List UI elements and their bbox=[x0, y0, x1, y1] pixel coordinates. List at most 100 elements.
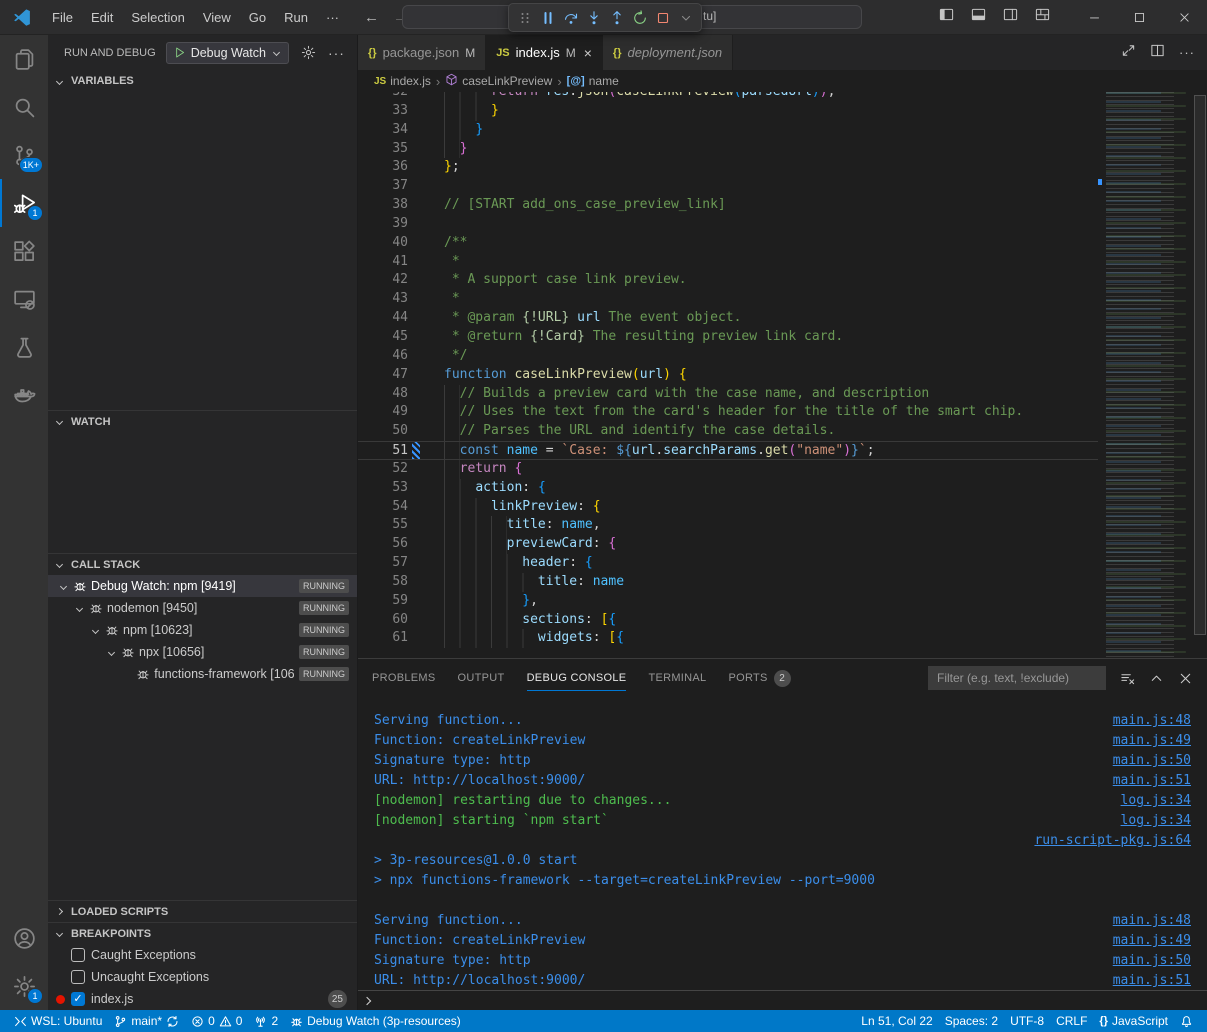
code-line-48[interactable]: 48 // Builds a preview card with the cas… bbox=[358, 385, 1098, 404]
debug-console-output[interactable]: Serving function...main.js:48Function: c… bbox=[358, 697, 1207, 990]
menu-[interactable]: ··· bbox=[317, 0, 348, 35]
code-line-51[interactable]: 51 const name = `Case: ${url.searchParam… bbox=[358, 441, 1098, 460]
breadcrumb-item-index.js[interactable]: JSindex.js bbox=[374, 74, 431, 88]
activity-bar-item-accounts[interactable] bbox=[0, 914, 48, 962]
breakpoint-row[interactable]: Caught Exceptions bbox=[48, 944, 357, 966]
layout-sidebar-right-toggle[interactable] bbox=[1003, 7, 1018, 27]
menu-selection[interactable]: Selection bbox=[122, 0, 193, 35]
statusbar-language-mode[interactable]: {}JavaScript bbox=[1093, 1010, 1174, 1032]
menu-file[interactable]: File bbox=[43, 0, 82, 35]
console-source-link[interactable]: main.js:50 bbox=[1113, 751, 1191, 771]
code-line-56[interactable]: 56 previewCard: { bbox=[358, 535, 1098, 554]
statusbar-remote-indicator[interactable]: WSL: Ubuntu bbox=[8, 1010, 108, 1032]
code-line-60[interactable]: 60 sections: [{ bbox=[358, 611, 1098, 630]
code-line-38[interactable]: 38// [START add_ons_case_preview_link] bbox=[358, 196, 1098, 215]
code-line-58[interactable]: 58 title: name bbox=[358, 573, 1098, 592]
code-line-47[interactable]: 47function caseLinkPreview(url) { bbox=[358, 366, 1098, 385]
variables-section-header[interactable]: VARIABLES bbox=[48, 70, 357, 92]
breakpoint-row[interactable]: ✓index.js25 bbox=[48, 988, 357, 1010]
code-line-39[interactable]: 39 bbox=[358, 215, 1098, 234]
breakpoint-checkbox[interactable] bbox=[71, 948, 85, 962]
code-line-55[interactable]: 55 title: name, bbox=[358, 516, 1098, 535]
open-changes-button[interactable] bbox=[1121, 43, 1136, 63]
code-line-36[interactable]: 36}; bbox=[358, 158, 1098, 177]
code-line-46[interactable]: 46 */ bbox=[358, 347, 1098, 366]
console-source-link[interactable]: main.js:48 bbox=[1113, 911, 1191, 931]
step-into-button[interactable] bbox=[582, 6, 605, 30]
maximize-button[interactable] bbox=[1117, 0, 1162, 34]
debug-console-filter-input[interactable] bbox=[928, 666, 1106, 690]
code-line-43[interactable]: 43 * bbox=[358, 290, 1098, 309]
statusbar-git-branch[interactable]: main* bbox=[108, 1010, 185, 1032]
breakpoints-section-header[interactable]: BREAKPOINTS bbox=[48, 922, 357, 944]
statusbar-indentation[interactable]: Spaces: 2 bbox=[939, 1010, 1004, 1032]
code-line-59[interactable]: 59 }, bbox=[358, 592, 1098, 611]
back-icon[interactable]: ← bbox=[364, 9, 379, 26]
code-line-52[interactable]: 52 return { bbox=[358, 460, 1098, 479]
breakpoint-checkbox[interactable]: ✓ bbox=[71, 992, 85, 1006]
console-source-link[interactable]: main.js:51 bbox=[1113, 971, 1191, 990]
panel-tab-problems[interactable]: PROBLEMS bbox=[372, 659, 436, 697]
statusbar-encoding[interactable]: UTF-8 bbox=[1004, 1010, 1050, 1032]
tab-deployment.json[interactable]: {}deployment.json bbox=[603, 35, 733, 70]
panel-close-button[interactable] bbox=[1178, 671, 1193, 686]
statusbar-eol[interactable]: CRLF bbox=[1050, 1010, 1093, 1032]
editor-scrollbar[interactable] bbox=[1193, 92, 1207, 658]
layout-panel-toggle[interactable] bbox=[971, 7, 986, 27]
call-stack-session[interactable]: functions-framework [106...RUNNING bbox=[48, 663, 357, 685]
code-line-49[interactable]: 49 // Uses the text from the card's head… bbox=[358, 403, 1098, 422]
start-debugging-icon[interactable] bbox=[173, 46, 186, 59]
call-stack-session[interactable]: Debug Watch: npm [9419]RUNNING bbox=[48, 575, 357, 597]
chevron-up-button[interactable] bbox=[1149, 671, 1164, 686]
code-line-33[interactable]: 33 } bbox=[358, 102, 1098, 121]
statusbar-debug-status[interactable]: Debug Watch (3p-resources) bbox=[284, 1010, 467, 1032]
console-source-link[interactable]: main.js:49 bbox=[1113, 731, 1191, 751]
code-line-54[interactable]: 54 linkPreview: { bbox=[358, 498, 1098, 517]
activity-bar-item-explorer[interactable] bbox=[0, 35, 48, 83]
console-source-link[interactable]: main.js:50 bbox=[1113, 951, 1191, 971]
layout-sidebar-left-toggle[interactable] bbox=[939, 7, 954, 27]
code-pane[interactable]: 32 return res.json(caseLinkPreview(parse… bbox=[358, 92, 1098, 658]
call-stack-session[interactable]: npm [10623]RUNNING bbox=[48, 619, 357, 641]
scrollbar-slider[interactable] bbox=[1194, 95, 1206, 635]
code-line-45[interactable]: 45 * @return {!Card} The resulting previ… bbox=[358, 328, 1098, 347]
launch-configuration-dropdown[interactable]: Debug Watch bbox=[166, 42, 289, 64]
console-source-link[interactable]: log.js:34 bbox=[1121, 811, 1191, 831]
panel-tab-debug-console[interactable]: DEBUG CONSOLE bbox=[527, 659, 627, 697]
restart-button[interactable] bbox=[628, 6, 651, 30]
debug-console-input[interactable] bbox=[358, 990, 1207, 1010]
statusbar-forwarded-ports[interactable]: 2 bbox=[248, 1010, 284, 1032]
call-stack-session[interactable]: nodemon [9450]RUNNING bbox=[48, 597, 357, 619]
breakpoint-row[interactable]: Uncaught Exceptions bbox=[48, 966, 357, 988]
tab-index.js[interactable]: JSindex.jsM× bbox=[486, 35, 603, 70]
activity-bar-item-run-and-debug[interactable]: 1 bbox=[0, 179, 48, 227]
panel-tab-output[interactable]: OUTPUT bbox=[458, 659, 505, 697]
configure-gear-icon[interactable] bbox=[301, 45, 316, 60]
call-stack-session[interactable]: npx [10656]RUNNING bbox=[48, 641, 357, 663]
activity-bar-item-search[interactable] bbox=[0, 83, 48, 131]
code-line-44[interactable]: 44 * @param {!URL} url The event object. bbox=[358, 309, 1098, 328]
code-line-35[interactable]: 35 } bbox=[358, 140, 1098, 159]
layout-customize-toggle[interactable] bbox=[1035, 7, 1050, 27]
console-source-link[interactable]: main.js:48 bbox=[1113, 711, 1191, 731]
toolbar-chevron-button[interactable] bbox=[674, 6, 697, 30]
drag-handle-button[interactable] bbox=[513, 6, 536, 30]
breadcrumb-item-name[interactable]: [@]name bbox=[567, 74, 619, 88]
split-editor-button[interactable] bbox=[1150, 43, 1165, 63]
breadcrumb-item-caseLinkPreview[interactable]: caseLinkPreview bbox=[445, 73, 552, 89]
activity-bar-item-docker[interactable] bbox=[0, 371, 48, 419]
close-button[interactable] bbox=[1162, 0, 1207, 34]
console-source-link[interactable]: log.js:34 bbox=[1121, 791, 1191, 811]
menu-go[interactable]: Go bbox=[240, 0, 275, 35]
code-line-57[interactable]: 57 header: { bbox=[358, 554, 1098, 573]
code-line-41[interactable]: 41 * bbox=[358, 253, 1098, 272]
activity-bar-item-source-control[interactable]: 1K+ bbox=[0, 131, 48, 179]
code-line-53[interactable]: 53 action: { bbox=[358, 479, 1098, 498]
tab-package.json[interactable]: {}package.jsonM bbox=[358, 35, 486, 70]
menu-edit[interactable]: Edit bbox=[82, 0, 122, 35]
console-source-link[interactable]: main.js:51 bbox=[1113, 771, 1191, 791]
activity-bar-item-remote-explorer[interactable] bbox=[0, 275, 48, 323]
minimap[interactable] bbox=[1098, 92, 1193, 658]
menu-view[interactable]: View bbox=[194, 0, 240, 35]
watch-section-header[interactable]: WATCH bbox=[48, 410, 357, 432]
